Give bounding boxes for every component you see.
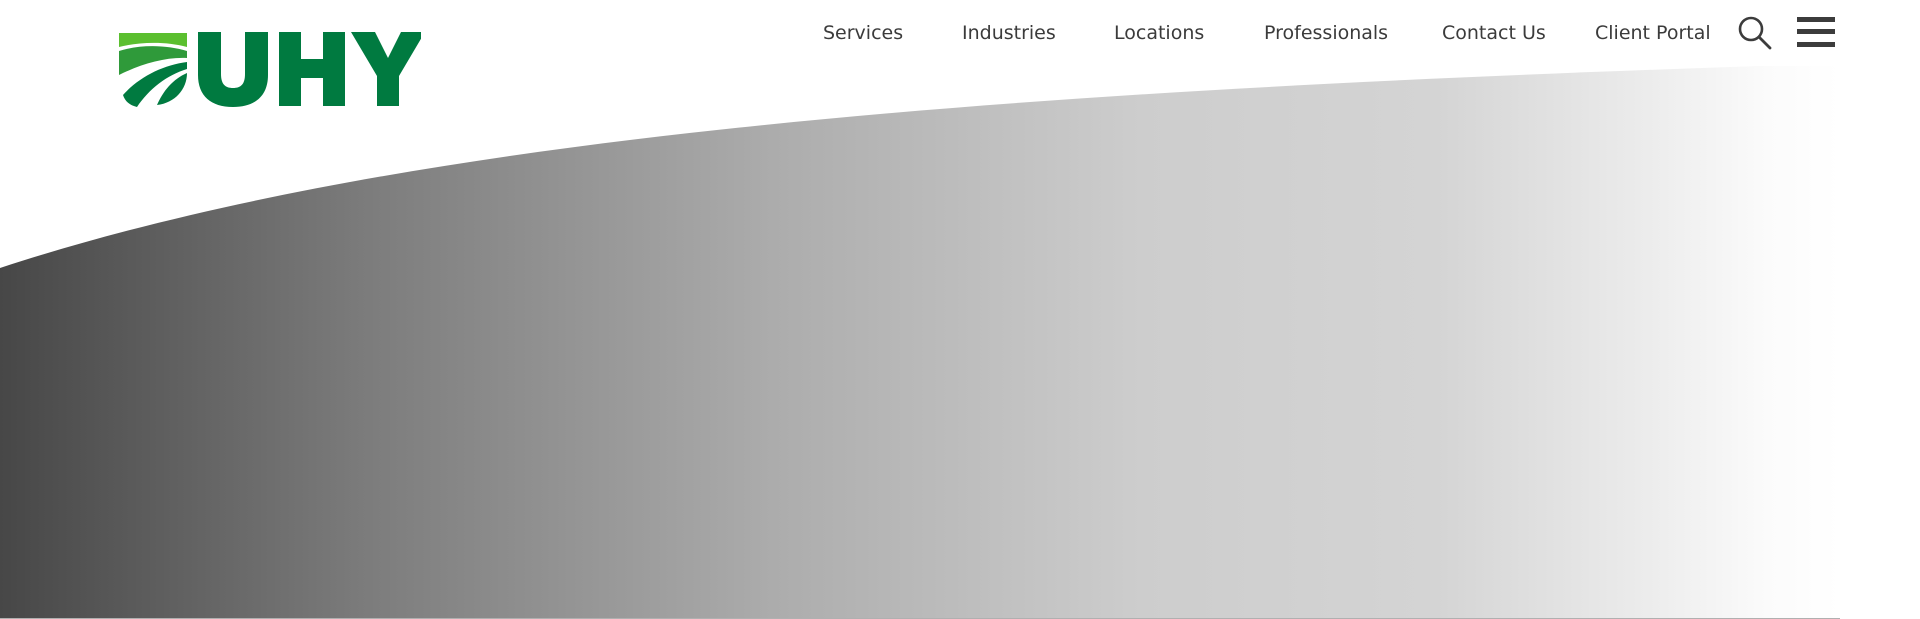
nav-client-portal[interactable]: Client Portal [1595,22,1711,44]
nav-locations[interactable]: Locations [1114,22,1204,44]
uhy-logo-leaf-icon [119,33,187,107]
uhy-logo-link[interactable] [117,30,427,108]
uhy-logo-wordmark [198,32,421,107]
page: Services Industries Locations Profession… [0,0,1920,619]
hamburger-menu-icon [1797,15,1835,51]
hamburger-menu-button[interactable] [1797,15,1839,51]
nav-professionals[interactable]: Professionals [1264,22,1388,44]
site-header: Services Industries Locations Profession… [0,0,1920,110]
nav-industries[interactable]: Industries [962,22,1056,44]
search-button[interactable] [1737,15,1773,51]
search-icon [1738,16,1772,50]
nav-services[interactable]: Services [823,22,903,44]
nav-contact-us[interactable]: Contact Us [1442,22,1546,44]
